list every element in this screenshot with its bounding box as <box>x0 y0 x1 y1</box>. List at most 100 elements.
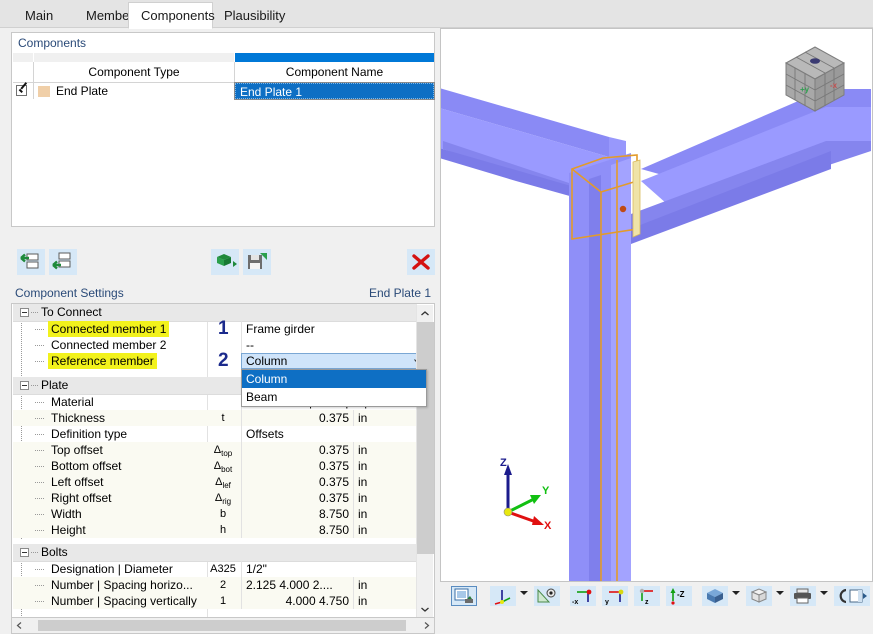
isometric-view-button[interactable]: -Z <box>666 586 692 606</box>
reference-member-dropdown-list[interactable]: Column Beam <box>241 369 427 407</box>
row-number-spacing-horizontal[interactable]: Number | Spacing horizo... 2 2.125 4.000… <box>13 577 417 593</box>
component-settings-tree[interactable]: To Connect Connected member 1 1 Frame gi… <box>11 303 435 618</box>
scrollbar-thumb[interactable] <box>38 620 406 631</box>
insert-row-above-button[interactable] <box>17 249 45 275</box>
display-mode-button[interactable] <box>702 586 728 606</box>
delete-component-button[interactable] <box>407 249 435 275</box>
tree-dots <box>31 552 39 553</box>
view-angle-button[interactable] <box>534 586 560 606</box>
tree-tick <box>35 466 45 467</box>
annotation-badge-2: 2 <box>218 350 229 371</box>
export-component-icon <box>248 253 267 269</box>
insert-row-below-button[interactable] <box>49 249 77 275</box>
print-caret[interactable] <box>820 591 828 595</box>
solid-render-icon <box>707 589 723 603</box>
panel-toggle-button[interactable] <box>846 586 870 606</box>
row-right-offset-value[interactable]: 0.375 <box>242 490 353 506</box>
row-definition-type-value[interactable]: Offsets <box>242 426 353 442</box>
row-connected-member-1-value[interactable]: Frame girder <box>242 321 353 337</box>
col-bar-type[interactable] <box>34 53 235 62</box>
row-spacing-vertical-value[interactable]: 4.000 4.750 <box>242 593 353 609</box>
transparency-button[interactable] <box>746 586 772 606</box>
scroll-left-button[interactable] <box>14 620 25 631</box>
tab-plausibility-check[interactable]: Plausibility Check <box>211 2 321 49</box>
row-right-offset-unit: in <box>358 491 368 505</box>
print-button[interactable] <box>790 586 816 606</box>
row-checkbox-cell[interactable] <box>13 83 34 99</box>
header-component-type[interactable]: Component Type <box>34 62 235 82</box>
table-row[interactable]: End Plate End Plate 1 <box>13 82 435 100</box>
import-component-button[interactable] <box>211 249 239 275</box>
view-in-y-button[interactable]: y <box>602 586 628 606</box>
row-height-value[interactable]: 8.750 <box>242 522 353 538</box>
scroll-down-button[interactable] <box>417 601 434 617</box>
row-material-label: Material <box>51 395 94 409</box>
properties-vertical-scrollbar[interactable] <box>416 305 434 617</box>
coordinate-system-button[interactable] <box>490 586 516 606</box>
row-thickness-label: Thickness <box>51 411 106 425</box>
tab-components[interactable]: Components <box>128 2 215 29</box>
wireframe-icon <box>750 588 768 603</box>
coordinate-system-caret[interactable] <box>520 591 528 595</box>
row-bottom-offset-value[interactable]: 0.375 <box>242 458 353 474</box>
row-thickness-value[interactable]: 0.375 <box>242 410 353 426</box>
header-component-name[interactable]: Component Name <box>235 62 434 82</box>
row-definition-type[interactable]: Definition type Offsets <box>13 426 417 442</box>
tree-tick <box>35 569 45 570</box>
row-left-offset[interactable]: Left offset Δlef 0.375 in <box>13 474 417 490</box>
col-bar-check[interactable] <box>13 53 34 62</box>
row-width-value[interactable]: 8.750 <box>242 506 353 522</box>
collapse-icon[interactable] <box>20 381 29 390</box>
scroll-right-button[interactable] <box>421 620 432 631</box>
model-3d-viewport[interactable]: +y -x Z Y X <box>440 28 873 582</box>
col-bar-name-selected[interactable] <box>235 53 434 62</box>
view-in-x-button[interactable]: -x <box>570 586 596 606</box>
navcube-front-label: +y <box>800 85 810 94</box>
row-bottom-offset-unit: in <box>358 459 368 473</box>
group-to-connect[interactable]: To Connect <box>13 304 417 322</box>
display-mode-caret[interactable] <box>732 591 740 595</box>
transparency-caret[interactable] <box>776 591 784 595</box>
row-designation-diameter[interactable]: Designation | Diameter A325 1/2" <box>13 561 417 577</box>
row-top-offset[interactable]: Top offset Δtop 0.375 in <box>13 442 417 458</box>
row-width[interactable]: Width b 8.750 in <box>13 506 417 522</box>
row-right-offset[interactable]: Right offset Δrig 0.375 in <box>13 490 417 506</box>
tab-main[interactable]: Main <box>12 2 72 28</box>
row-designation-value[interactable]: A325 <box>209 561 237 577</box>
row-number-vertical-value[interactable]: 1 <box>209 593 237 609</box>
dropdown-option-column[interactable]: Column <box>242 370 426 388</box>
row-number-horizontal-value[interactable]: 2 <box>209 577 237 593</box>
row-component-type-cell[interactable]: End Plate <box>34 83 235 99</box>
row-connected-member-2-value[interactable]: -- <box>242 337 353 353</box>
view-in-z-button[interactable]: z <box>634 586 660 606</box>
reference-member-combobox[interactable]: Column <box>241 353 427 369</box>
row-connected-member-2[interactable]: Connected member 2 -- <box>13 337 417 353</box>
dropdown-option-beam[interactable]: Beam <box>242 388 426 406</box>
tab-components-label: Components <box>141 8 215 23</box>
row-thickness[interactable]: Thickness t 0.375 in <box>13 410 417 426</box>
component-settings-header: Component Settings End Plate 1 <box>11 284 435 303</box>
render-mode-button[interactable] <box>451 586 477 606</box>
scroll-up-button[interactable] <box>417 305 434 322</box>
row-enabled-checkbox[interactable] <box>16 85 27 96</box>
row-number-spacing-vertical[interactable]: Number | Spacing vertically 1 4.000 4.75… <box>13 593 417 609</box>
export-component-button[interactable] <box>243 249 271 275</box>
row-diameter-value[interactable]: 1/2" <box>242 561 353 577</box>
row-top-offset-value[interactable]: 0.375 <box>242 442 353 458</box>
scrollbar-thumb[interactable] <box>417 322 434 554</box>
row-connected-member-1[interactable]: Connected member 1 1 Frame girder <box>13 318 417 339</box>
group-bolts[interactable]: Bolts <box>13 544 417 562</box>
collapse-icon[interactable] <box>20 308 29 317</box>
row-height[interactable]: Height h 8.750 in <box>13 522 417 538</box>
row-bottom-offset[interactable]: Bottom offset Δbot 0.375 in <box>13 458 417 474</box>
row-left-offset-value[interactable]: 0.375 <box>242 474 353 490</box>
properties-horizontal-scrollbar[interactable] <box>11 618 435 634</box>
navigation-cube[interactable]: +y -x <box>776 41 854 119</box>
axis-label-z: Z <box>500 457 507 469</box>
row-height-symbol: h <box>219 524 227 536</box>
collapse-icon[interactable] <box>20 548 29 557</box>
svg-text:-Z: -Z <box>677 590 685 599</box>
row-component-name-cell[interactable]: End Plate 1 <box>234 82 435 100</box>
row-spacing-horizontal-value[interactable]: 2.125 4.000 2.... <box>242 577 353 593</box>
axes-icon <box>494 590 511 605</box>
